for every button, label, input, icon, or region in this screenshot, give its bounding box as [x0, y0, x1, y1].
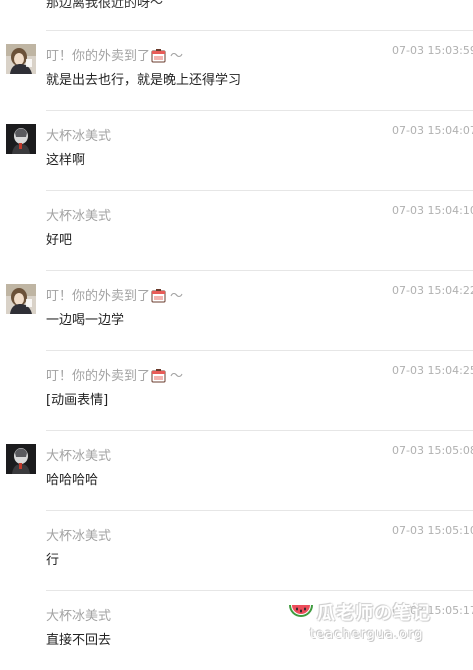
message-timestamp: 07-03 15:05:10	[392, 524, 473, 537]
sender-name: 大杯冰美式	[46, 129, 112, 144]
sender-name: 大杯冰美式	[46, 529, 112, 544]
message-timestamp: 07-03 15:04:22	[392, 284, 473, 297]
message-text[interactable]: 直接不回去	[46, 629, 111, 648]
sender-name: 叮！你的外卖到了～	[46, 45, 183, 67]
sender-name: 大杯冰美式	[46, 209, 112, 224]
message-text[interactable]: 行	[46, 549, 59, 568]
message-divider	[46, 350, 473, 351]
message-text[interactable]: 哈哈哈哈	[46, 469, 98, 488]
watermark-subtitle: teachergua.org	[310, 627, 424, 642]
message-item: 大杯冰美式 07-03 15:05:08 哈哈哈哈	[0, 430, 473, 510]
message-divider	[46, 270, 473, 271]
girl-avatar-image	[6, 284, 36, 314]
message-item: 大杯冰美式 07-03 15:04:07 这样啊	[0, 110, 473, 190]
sender-name: 大杯冰美式	[46, 609, 112, 624]
message-timestamp: 07-03 15:04:10	[392, 204, 473, 217]
watermark: 瓜老师の笔记 teachergua.org	[286, 598, 473, 646]
message-timestamp: 07-03 15:05:08	[392, 444, 473, 457]
message-timestamp: 07-03 15:04:07	[392, 124, 473, 137]
watermelon-icon	[288, 602, 314, 628]
avatar[interactable]	[6, 284, 36, 314]
sender-name: 叮！你的外卖到了～	[46, 365, 183, 387]
sender-name: 叮！你的外卖到了～	[46, 285, 183, 307]
girl-avatar-image	[6, 44, 36, 74]
message-divider	[46, 590, 473, 591]
message-divider	[46, 190, 473, 191]
message-divider	[46, 510, 473, 511]
takeout-box-icon	[151, 48, 166, 67]
message-text[interactable]: 好吧	[46, 229, 72, 248]
message-divider	[46, 110, 473, 111]
message-text[interactable]: 一边喝一边学	[46, 309, 124, 328]
message-timestamp: 07-03 15:03:59	[392, 44, 473, 57]
message-divider	[46, 430, 473, 431]
takeout-box-icon	[151, 368, 166, 387]
message-item: 大杯冰美式 07-03 15:05:10 行	[0, 510, 473, 590]
message-timestamp: 07-03 15:04:25	[392, 364, 473, 377]
message-text[interactable]: [动画表情]	[46, 389, 108, 408]
message-item: 大杯冰美式 07-03 15:04:10 好吧	[0, 190, 473, 270]
avatar[interactable]	[6, 44, 36, 74]
message-divider	[46, 30, 473, 31]
avatar[interactable]	[6, 444, 36, 474]
sender-name: 大杯冰美式	[46, 449, 112, 464]
takeout-box-icon	[151, 288, 166, 307]
avatar[interactable]	[6, 124, 36, 154]
message-item: 叮！你的外卖到了～ 07-03 15:04:25 [动画表情]	[0, 350, 473, 430]
dark-avatar-image	[6, 444, 36, 474]
message-item: 叮！你的外卖到了～ 07-03 15:03:59 就是出去也行，就是晚上还得学习	[0, 30, 473, 110]
message-text[interactable]: 这样啊	[46, 149, 85, 168]
watermark-title: 瓜老师の笔记	[317, 603, 431, 624]
dark-avatar-image	[6, 124, 36, 154]
message-text[interactable]: 就是出去也行，就是晚上还得学习	[46, 69, 241, 88]
message-item: 叮！你的外卖到了～ 07-03 15:04:22 一边喝一边学	[0, 270, 473, 350]
previous-message-text: 那边离我很近的呀～	[46, 0, 164, 11]
